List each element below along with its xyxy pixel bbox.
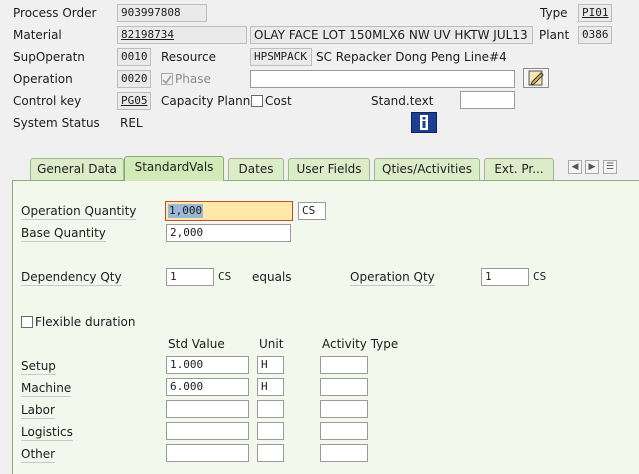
base-quantity-label: Base Quantity [21, 226, 106, 242]
operation-field[interactable]: 0020 [117, 70, 151, 88]
machine-std-value-field[interactable]: 6.000 [166, 378, 249, 396]
stand-text-field[interactable] [460, 91, 515, 109]
operation-quantity-unit[interactable]: CS [298, 202, 326, 220]
operation-label: Operation [13, 72, 73, 86]
control-key-field[interactable]: PG05 [117, 92, 151, 110]
info-icon [420, 115, 428, 130]
system-status-value: REL [120, 116, 143, 130]
scroll-right-icon[interactable]: ▶ [585, 160, 599, 174]
setup-activity-type-field[interactable] [320, 356, 368, 374]
labor-std-value-field[interactable] [166, 400, 249, 418]
material-field[interactable]: 82198734 [117, 26, 247, 44]
operation-qty-field[interactable]: 1 [481, 268, 529, 286]
process-order-field[interactable]: 903997808 [117, 4, 207, 22]
resource-description: SC Repacker Dong Peng Line#4 [316, 50, 507, 64]
operation-quantity-label: Operation Quantity [21, 204, 137, 220]
operation-qty-label: Operation Qty [350, 270, 435, 286]
control-key-label: Control key [13, 94, 82, 108]
machine-unit-field[interactable]: H [257, 378, 284, 396]
logistics-label: Logistics [21, 425, 73, 441]
stand-text-label: Stand.text [371, 94, 434, 108]
other-activity-type-field[interactable] [320, 444, 368, 462]
base-quantity-field[interactable]: 2,000 [166, 224, 291, 242]
other-std-value-field[interactable] [166, 444, 249, 462]
resource-label: Resource [161, 50, 217, 64]
tab-dates[interactable]: Dates [228, 158, 284, 180]
edit-long-text-button[interactable] [523, 68, 549, 88]
setup-std-value-field[interactable]: 1.000 [166, 356, 249, 374]
phase-label: Phase [175, 72, 211, 86]
labor-unit-field[interactable] [257, 400, 284, 418]
cost-label: Cost [265, 94, 292, 108]
dependency-qty-unit: CS [218, 270, 232, 283]
operation-qty-unit: CS [533, 270, 547, 283]
operation-quantity-value: 1,000 [168, 204, 204, 218]
tab-qties-activities[interactable]: Qties/Activities [374, 158, 480, 180]
material-label: Material [13, 28, 62, 42]
info-button[interactable] [411, 112, 437, 133]
scroll-left-icon[interactable]: ◀ [568, 160, 582, 174]
other-unit-field[interactable] [257, 444, 284, 462]
phase-checkbox[interactable] [161, 73, 173, 85]
logistics-unit-field[interactable] [257, 422, 284, 440]
logistics-std-value-field[interactable] [166, 422, 249, 440]
plant-field[interactable]: 0386 [578, 26, 612, 44]
std-value-column-header: Std Value [168, 337, 225, 351]
type-field[interactable]: PI01 [578, 4, 612, 22]
unit-column-header: Unit [259, 337, 284, 351]
setup-unit-field[interactable]: H [257, 356, 284, 374]
logistics-activity-type-field[interactable] [320, 422, 368, 440]
checkmark-icon [162, 75, 172, 85]
process-order-label: Process Order [13, 6, 97, 20]
other-label: Other [21, 447, 56, 463]
flexible-duration-checkbox[interactable] [21, 316, 33, 328]
type-label: Type [540, 6, 568, 20]
resource-field[interactable]: HPSMPACK [250, 48, 312, 66]
plant-label: Plant [539, 28, 570, 42]
dependency-qty-label: Dependency Qty [21, 270, 122, 286]
machine-label: Machine [21, 381, 72, 397]
capacity-planning-label: Capacity Plann... [161, 94, 262, 108]
tab-general-data[interactable]: General Data [30, 158, 124, 180]
operation-text-field[interactable] [250, 70, 515, 88]
labor-label: Labor [21, 403, 55, 419]
operation-quantity-field[interactable]: 1,000 [165, 201, 293, 221]
dependency-qty-field[interactable]: 1 [166, 268, 214, 286]
tab-user-fields[interactable]: User Fields [288, 158, 370, 180]
flexible-duration-label: Flexible duration [35, 315, 136, 329]
system-status-label: System Status [13, 116, 100, 130]
machine-activity-type-field[interactable] [320, 378, 368, 396]
material-description: OLAY FACE LOT 150MLX6 NW UV HKTW JUL13 [250, 26, 533, 44]
labor-activity-type-field[interactable] [320, 400, 368, 418]
tab-ext-pr[interactable]: Ext. Pr... [484, 158, 554, 180]
cost-checkbox[interactable] [251, 95, 263, 107]
tab-strip: General Data StandardVals Dates User Fie… [0, 150, 639, 181]
tab-list-icon[interactable]: ☰ [603, 160, 617, 174]
pencil-edit-icon [528, 70, 544, 86]
equals-label: equals [252, 270, 292, 284]
setup-label: Setup [21, 359, 56, 375]
activity-type-column-header: Activity Type [322, 337, 399, 351]
supoperatn-label: SupOperatn [13, 50, 85, 64]
supoperatn-field[interactable]: 0010 [117, 48, 151, 66]
tab-standard-vals[interactable]: StandardVals [124, 156, 224, 181]
